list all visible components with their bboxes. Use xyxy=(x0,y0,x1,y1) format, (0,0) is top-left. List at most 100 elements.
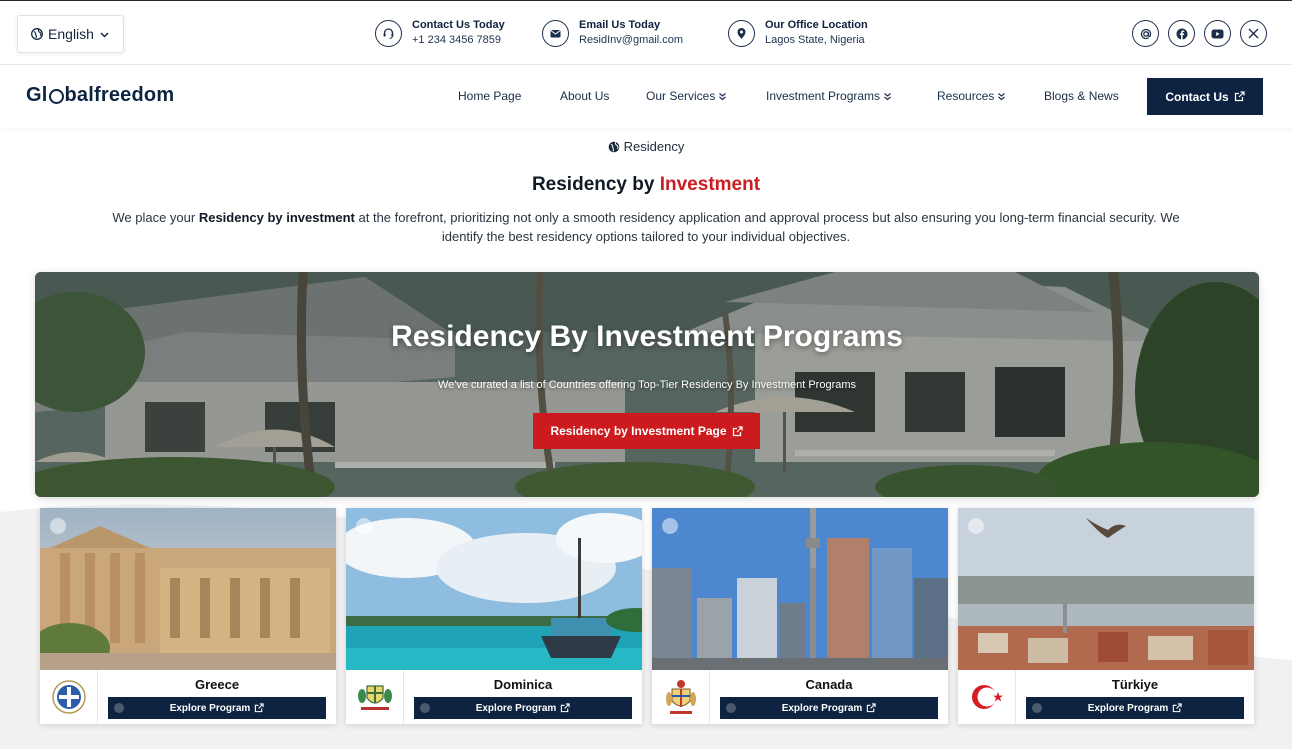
x-icon[interactable] xyxy=(1240,20,1267,47)
button-dot xyxy=(726,703,736,713)
phone-number[interactable]: +1 234 3456 7859 xyxy=(412,32,505,49)
mail-icon xyxy=(542,20,569,47)
location-pin-icon xyxy=(728,20,755,47)
email-address[interactable]: ResidInv@gmail.com xyxy=(579,32,683,49)
contact-location: Our Office Location Lagos State, Nigeria xyxy=(728,18,868,49)
greece-image xyxy=(40,508,336,670)
card-indicator-dot xyxy=(968,518,984,534)
nav-investment-label: Investment Programs xyxy=(766,89,881,103)
language-label: English xyxy=(48,26,94,42)
section-description: We place your Residency by investment at… xyxy=(95,208,1197,246)
turkiye-image xyxy=(958,508,1254,670)
nav-about-label: About Us xyxy=(560,89,610,103)
logo-text-start: Gl xyxy=(26,84,48,106)
canada-coat-of-arms-icon xyxy=(652,670,710,724)
country-card-canada[interactable]: Canada Explore Program xyxy=(652,508,948,724)
nav-blogs[interactable]: Blogs & News xyxy=(1044,89,1119,103)
globe-icon xyxy=(608,141,619,152)
explore-label: Explore Program xyxy=(1087,702,1169,714)
explore-program-button[interactable]: Explore Program xyxy=(414,697,632,719)
explore-label: Explore Program xyxy=(475,702,557,714)
country-card-dominica[interactable]: Dominica Explore Program xyxy=(346,508,642,724)
external-link-icon xyxy=(732,425,743,436)
hero-banner: Residency By Investment Programs We've c… xyxy=(35,272,1259,497)
location-title: Our Office Location xyxy=(765,19,868,31)
button-dot xyxy=(114,703,124,713)
external-link-icon xyxy=(561,703,570,713)
turkiye-crescent-star-icon xyxy=(958,670,1016,724)
contact-title: Contact Us Today xyxy=(412,19,505,31)
section-title-plain: Residency by xyxy=(531,174,660,195)
nav-resources-label: Resources xyxy=(937,89,995,103)
nav-about[interactable]: About Us xyxy=(560,89,609,103)
card-indicator-dot xyxy=(50,518,66,534)
section-tag: Residency xyxy=(0,139,1292,154)
nav-blogs-label: Blogs & News xyxy=(1044,89,1119,103)
office-location: Lagos State, Nigeria xyxy=(765,34,865,46)
external-link-icon xyxy=(1234,91,1245,102)
explore-program-button[interactable]: Explore Program xyxy=(720,697,938,719)
double-chevron-down-icon xyxy=(884,92,891,100)
card-indicator-dot xyxy=(356,518,372,534)
nav-home[interactable]: Home Page xyxy=(458,89,521,103)
explore-label: Explore Program xyxy=(169,702,251,714)
contact-us-label: Contact Us xyxy=(1165,89,1229,104)
canada-image xyxy=(652,508,948,670)
logo-text-end: balfreedom xyxy=(64,84,175,106)
country-name: Greece xyxy=(194,677,240,692)
card-footer: Dominica Explore Program xyxy=(346,670,642,724)
residency-page-label: Residency by Investment Page xyxy=(550,424,727,438)
contact-phone: Contact Us Today +1 234 3456 7859 xyxy=(375,18,505,49)
section-title: Residency by Investment xyxy=(0,174,1292,196)
country-name: Türkiye xyxy=(1111,677,1159,692)
hero-subtitle: We've curated a list of Countries offeri… xyxy=(437,379,857,391)
nav-services-label: Our Services xyxy=(646,89,716,103)
greece-emblem-icon xyxy=(40,670,98,724)
country-card-turkiye[interactable]: Türkiye Explore Program xyxy=(958,508,1254,724)
headset-icon xyxy=(375,20,402,47)
section-tag-label: Residency xyxy=(623,139,685,154)
double-chevron-down-icon xyxy=(998,92,1006,100)
desc-after: at the forefront, prioritizing not only … xyxy=(354,210,1180,244)
explore-program-button[interactable]: Explore Program xyxy=(1026,697,1244,719)
desc-before: We place your xyxy=(112,210,199,225)
double-chevron-down-icon xyxy=(719,92,727,100)
button-dot xyxy=(1032,703,1042,713)
explore-label: Explore Program xyxy=(781,702,863,714)
globe-icon xyxy=(31,28,43,40)
dominica-image xyxy=(346,508,642,670)
at-sign-icon[interactable] xyxy=(1132,20,1159,47)
external-link-icon xyxy=(1173,703,1182,713)
section-title-accent: Investment xyxy=(659,174,761,195)
desc-bold: Residency by investment xyxy=(198,210,355,225)
card-indicator-dot xyxy=(662,518,678,534)
nav-investment-programs[interactable]: Investment Programs xyxy=(766,89,892,103)
main-navigation: Gl balfreedom Home Page About Us Our Serv… xyxy=(0,65,1292,128)
explore-program-button[interactable]: Explore Program xyxy=(108,697,326,719)
country-name: Dominica xyxy=(493,677,553,692)
hero-title: Residency By Investment Programs xyxy=(391,320,903,353)
chevron-down-icon xyxy=(100,31,109,38)
email-title: Email Us Today xyxy=(579,19,661,31)
residency-page-button[interactable]: Residency by Investment Page xyxy=(533,413,760,449)
external-link-icon xyxy=(255,703,264,713)
youtube-icon[interactable] xyxy=(1204,20,1231,47)
top-bar: English Contact Us Today +1 234 3456 785… xyxy=(0,0,1292,65)
button-dot xyxy=(420,703,430,713)
nav-services[interactable]: Our Services xyxy=(646,89,727,103)
card-footer: Canada Explore Program xyxy=(652,670,948,724)
external-link-icon xyxy=(867,703,876,713)
contact-us-button[interactable]: Contact Us xyxy=(1147,78,1263,115)
facebook-icon[interactable] xyxy=(1168,20,1195,47)
dominica-coat-of-arms-icon xyxy=(346,670,404,724)
language-selector[interactable]: English xyxy=(17,15,124,53)
card-footer: Greece Explore Program xyxy=(40,670,336,724)
nav-resources[interactable]: Resources xyxy=(937,89,1006,103)
country-card-greece[interactable]: Greece Explore Program xyxy=(40,508,336,724)
logo-globe-icon xyxy=(48,89,64,104)
nav-home-label: Home Page xyxy=(458,89,522,103)
country-name: Canada xyxy=(805,677,853,692)
site-logo[interactable]: Gl balfreedom xyxy=(26,84,174,107)
card-footer: Türkiye Explore Program xyxy=(958,670,1254,724)
contact-email: Email Us Today ResidInv@gmail.com xyxy=(542,18,683,49)
